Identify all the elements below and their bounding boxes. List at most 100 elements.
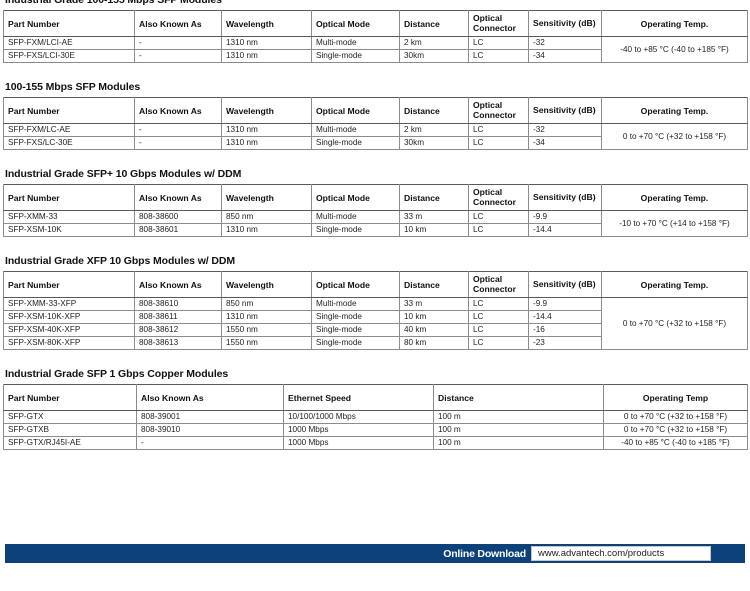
- cell-sensitivity: -16: [528, 323, 602, 337]
- col-optical-connector: Optical Connector: [468, 97, 529, 124]
- footer-download-bar: Online Download www.advantech.com/produc…: [5, 544, 745, 563]
- table-header-row: Part Number Also Known As Wavelength Opt…: [3, 10, 748, 37]
- cell-distance: 2 km: [399, 123, 469, 137]
- cell-wavelength: 1550 nm: [221, 336, 312, 350]
- col-distance: Distance: [399, 184, 469, 211]
- col-optical-connector: Optical Connector: [468, 271, 529, 298]
- cell-part-number: SFP-XMM-33-XFP: [3, 297, 135, 311]
- col-wavelength: Wavelength: [221, 10, 312, 37]
- cell-part-number: SFP-FXS/LC-30E: [3, 136, 135, 150]
- cell-wavelength: 1310 nm: [221, 136, 312, 150]
- col-optical-connector: Optical Connector: [468, 10, 529, 37]
- col-optical-mode: Optical Mode: [311, 97, 400, 124]
- spec-table: Part Number Also Known As Wavelength Opt…: [3, 10, 748, 63]
- table-row: SFP-GTXB 808-39010 1000 Mbps 100 m 0 to …: [3, 423, 748, 437]
- cell-optical-connector: LC: [468, 36, 529, 50]
- cell-optical-connector: LC: [468, 223, 529, 237]
- col-sensitivity: Sensitivity (dB): [528, 184, 602, 211]
- cell-also-known-as: 808-38612: [134, 323, 222, 337]
- cell-optical-connector: LC: [468, 336, 529, 350]
- table-row: SFP-FXM/LC-AE - 1310 nm Multi-mode 2 km …: [3, 123, 748, 150]
- cell-distance: 100 m: [433, 423, 604, 437]
- section-title: Industrial Grade SFP+ 10 Gbps Modules w/…: [5, 168, 242, 180]
- cell-ethernet-speed: 10/100/1000 Mbps: [283, 410, 434, 424]
- spec-table: Part Number Also Known As Wavelength Opt…: [3, 271, 748, 350]
- cell-sensitivity: -23: [528, 336, 602, 350]
- col-part-number: Part Number: [3, 97, 135, 124]
- cell-sensitivity: -9.9: [528, 297, 602, 311]
- cell-sensitivity: -32: [528, 36, 602, 50]
- cell-part-number: SFP-GTXB: [3, 423, 137, 437]
- col-also-known-as: Also Known As: [136, 384, 284, 411]
- cell-distance: 100 m: [433, 436, 604, 450]
- cell-distance: 100 m: [433, 410, 604, 424]
- cell-part-number: SFP-FXS/LCI-30E: [3, 49, 135, 63]
- col-part-number: Part Number: [3, 10, 135, 37]
- online-download-label: Online Download: [443, 547, 526, 560]
- cell-distance: 33 m: [399, 297, 469, 311]
- cell-optical-connector: LC: [468, 323, 529, 337]
- cell-also-known-as: -: [134, 136, 222, 150]
- cell-sensitivity: -32: [528, 123, 602, 137]
- cell-operating-temp: -10 to +70 °C (+14 to +158 °F): [601, 210, 748, 237]
- cell-wavelength: 1310 nm: [221, 123, 312, 137]
- cell-operating-temp: 0 to +70 °C (+32 to +158 °F): [601, 123, 748, 150]
- cell-optical-mode: Single-mode: [311, 336, 400, 350]
- cell-operating-temp: -40 to +85 °C (-40 to +185 °F): [601, 36, 748, 63]
- cell-optical-connector: LC: [468, 297, 529, 311]
- col-optical-mode: Optical Mode: [311, 271, 400, 298]
- col-optical-mode: Optical Mode: [311, 10, 400, 37]
- cell-optical-connector: LC: [468, 49, 529, 63]
- cell-wavelength: 1550 nm: [221, 323, 312, 337]
- section-industrial-copper-1g: Industrial Grade SFP 1 Gbps Copper Modul…: [0, 368, 750, 450]
- cell-distance: 10 km: [399, 223, 469, 237]
- cell-wavelength: 1310 nm: [221, 36, 312, 50]
- cell-operating-temp: -40 to +85 °C (-40 to +185 °F): [603, 436, 748, 450]
- section-100-155-sfp: 100-155 Mbps SFP Modules Part Number Als…: [0, 81, 750, 150]
- col-operating-temp: Operating Temp.: [601, 97, 748, 124]
- cell-optical-mode: Multi-mode: [311, 36, 400, 50]
- download-url: www.advantech.com/products: [538, 548, 665, 559]
- table-row: SFP-GTX/RJ45I-AE - 1000 Mbps 100 m -40 t…: [3, 436, 748, 450]
- cell-optical-mode: Multi-mode: [311, 210, 400, 224]
- spec-table-copper: Part Number Also Known As Ethernet Speed…: [3, 384, 748, 450]
- cell-part-number: SFP-GTX/RJ45I-AE: [3, 436, 137, 450]
- cell-wavelength: 850 nm: [221, 297, 312, 311]
- cell-also-known-as: 808-39010: [136, 423, 284, 437]
- cell-wavelength: 1310 nm: [221, 310, 312, 324]
- col-also-known-as: Also Known As: [134, 271, 222, 298]
- cell-operating-temp: 0 to +70 °C (+32 to +158 °F): [601, 297, 748, 350]
- section-industrial-sfpplus-10g: Industrial Grade SFP+ 10 Gbps Modules w/…: [0, 168, 750, 237]
- cell-part-number: SFP-XSM-10K-XFP: [3, 310, 135, 324]
- col-distance: Distance: [433, 384, 604, 411]
- cell-also-known-as: -: [134, 36, 222, 50]
- cell-wavelength: 1310 nm: [221, 49, 312, 63]
- col-optical-connector: Optical Connector: [468, 184, 529, 211]
- cell-optical-mode: Multi-mode: [311, 297, 400, 311]
- table-row: SFP-FXM/LCI-AE - 1310 nm Multi-mode 2 km…: [3, 36, 748, 63]
- cell-also-known-as: -: [136, 436, 284, 450]
- cell-sensitivity: -9.9: [528, 210, 602, 224]
- col-operating-temp: Operating Temp: [603, 384, 748, 411]
- col-operating-temp: Operating Temp.: [601, 271, 748, 298]
- cell-ethernet-speed: 1000 Mbps: [283, 436, 434, 450]
- cell-also-known-as: -: [134, 123, 222, 137]
- cell-distance: 40 km: [399, 323, 469, 337]
- cell-wavelength: 1310 nm: [221, 223, 312, 237]
- cell-optical-mode: Single-mode: [311, 49, 400, 63]
- cell-distance: 10 km: [399, 310, 469, 324]
- cell-also-known-as: 808-39001: [136, 410, 284, 424]
- col-sensitivity: Sensitivity (dB): [528, 97, 602, 124]
- cell-also-known-as: 808-38601: [134, 223, 222, 237]
- table-header-row: Part Number Also Known As Wavelength Opt…: [3, 271, 748, 298]
- table-header-row: Part Number Also Known As Wavelength Opt…: [3, 184, 748, 211]
- download-url-box[interactable]: www.advantech.com/products: [531, 546, 711, 561]
- col-wavelength: Wavelength: [221, 184, 312, 211]
- cell-optical-mode: Single-mode: [311, 323, 400, 337]
- section-title: Industrial Grade SFP 1 Gbps Copper Modul…: [5, 368, 229, 380]
- cell-part-number: SFP-FXM/LC-AE: [3, 123, 135, 137]
- section-title: Industrial Grade XFP 10 Gbps Modules w/ …: [5, 255, 236, 267]
- cell-optical-connector: LC: [468, 210, 529, 224]
- section-industrial-xfp-10g: Industrial Grade XFP 10 Gbps Modules w/ …: [0, 255, 750, 350]
- cell-sensitivity: -14.4: [528, 223, 602, 237]
